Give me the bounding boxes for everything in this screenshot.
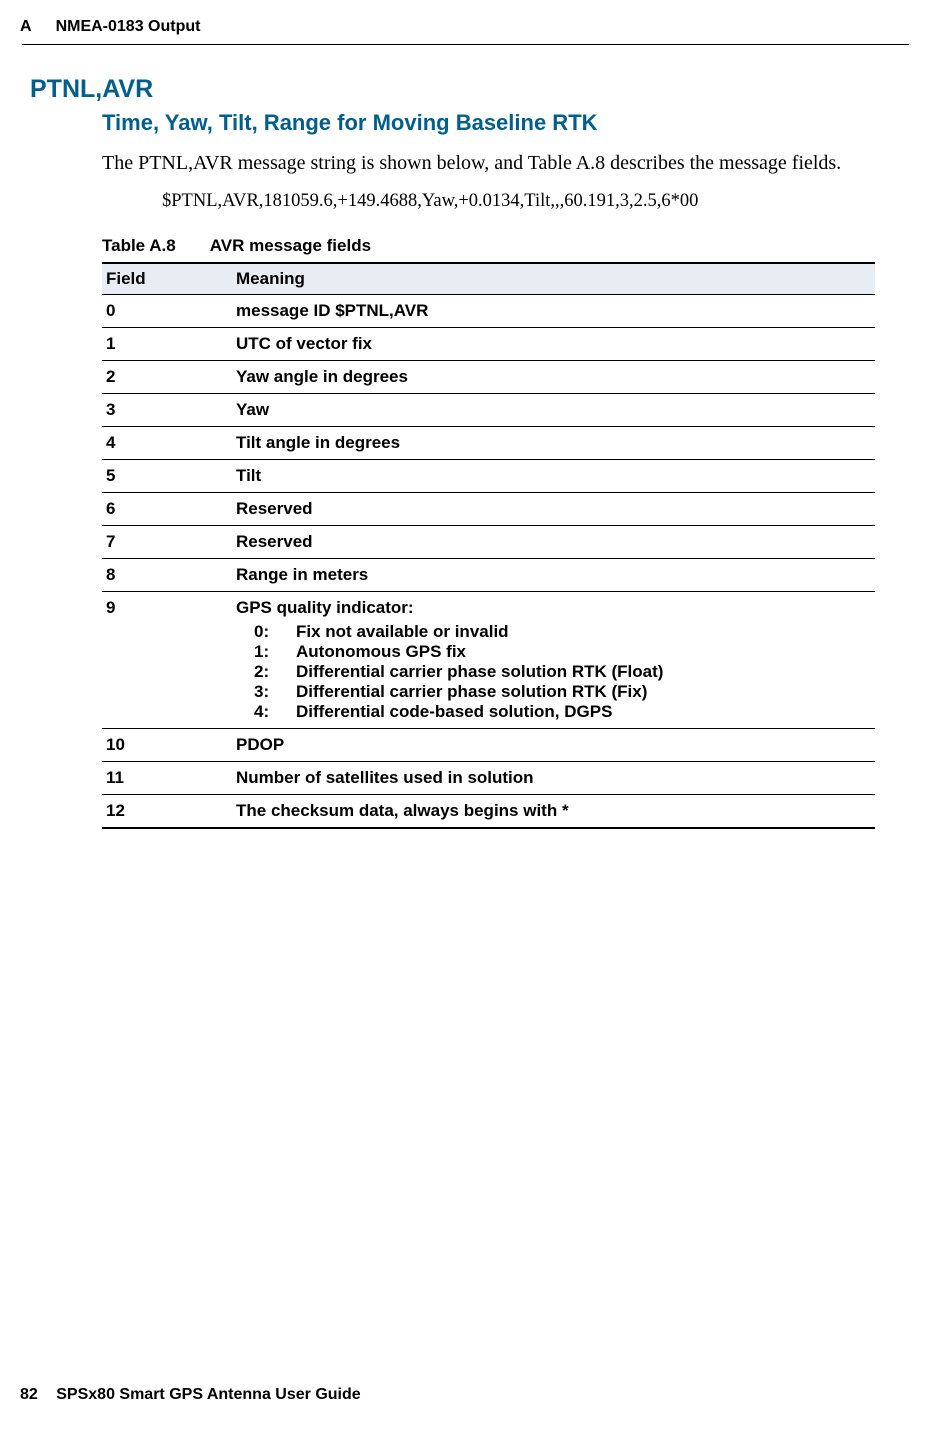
indicator-number: 1:	[254, 642, 296, 662]
indicator-text: Fix not available or invalid	[296, 622, 509, 642]
field-cell: 6	[102, 493, 232, 526]
table-header-row: Field Meaning	[102, 263, 875, 295]
meaning-cell: The checksum data, always begins with *	[232, 795, 875, 829]
meaning-cell: Yaw angle in degrees	[232, 361, 875, 394]
field-cell: 10	[102, 729, 232, 762]
section-body: The PTNL,AVR message string is shown bel…	[102, 150, 875, 177]
table-caption-label: Table A.8	[102, 236, 176, 255]
table-caption-title: AVR message fields	[210, 236, 371, 255]
table-row: 5Tilt	[102, 460, 875, 493]
table-row: 1UTC of vector fix	[102, 328, 875, 361]
page-footer: 82 SPSx80 Smart GPS Antenna User Guide	[20, 1386, 361, 1404]
meaning-cell: Yaw	[232, 394, 875, 427]
message-string: $PTNL,AVR,181059.6,+149.4688,Yaw,+0.0134…	[162, 191, 875, 212]
indicator-number: 3:	[254, 682, 296, 702]
table-caption: Table A.8 AVR message fields	[102, 236, 875, 256]
field-cell: 11	[102, 762, 232, 795]
indicator-text: Autonomous GPS fix	[296, 642, 466, 662]
table-row: 9GPS quality indicator:0:Fix not availab…	[102, 592, 875, 729]
meaning-cell: message ID $PTNL,AVR	[232, 295, 875, 328]
list-item: 2:Differential carrier phase solution RT…	[254, 662, 865, 682]
field-cell: 5	[102, 460, 232, 493]
table-row: 4Tilt angle in degrees	[102, 427, 875, 460]
indicator-list: 0:Fix not available or invalid1:Autonomo…	[236, 622, 865, 722]
list-item: 4:Differential code-based solution, DGPS	[254, 702, 865, 722]
table-row: 11Number of satellites used in solution	[102, 762, 875, 795]
list-item: 3:Differential carrier phase solution RT…	[254, 682, 865, 702]
meaning-cell: Number of satellites used in solution	[232, 762, 875, 795]
field-cell: 7	[102, 526, 232, 559]
meaning-cell: Reserved	[232, 526, 875, 559]
table-row: 0message ID $PTNL,AVR	[102, 295, 875, 328]
table-row: 7Reserved	[102, 526, 875, 559]
message-fields-table: Field Meaning 0message ID $PTNL,AVR1UTC …	[102, 262, 875, 829]
meaning-cell: Range in meters	[232, 559, 875, 592]
field-cell: 1	[102, 328, 232, 361]
indicator-text: Differential carrier phase solution RTK …	[296, 662, 663, 682]
field-cell: 4	[102, 427, 232, 460]
meaning-cell: GPS quality indicator:0:Fix not availabl…	[232, 592, 875, 729]
field-cell: 12	[102, 795, 232, 829]
table-row: 8Range in meters	[102, 559, 875, 592]
meaning-cell: Tilt angle in degrees	[232, 427, 875, 460]
field-cell: 3	[102, 394, 232, 427]
content-area: PTNL,AVR Time, Yaw, Tilt, Range for Movi…	[0, 45, 931, 829]
meaning-cell: UTC of vector fix	[232, 328, 875, 361]
indicator-text: Differential code-based solution, DGPS	[296, 702, 612, 722]
list-item: 0:Fix not available or invalid	[254, 622, 865, 642]
page-header: A NMEA-0183 Output	[0, 0, 931, 36]
meaning-cell: Reserved	[232, 493, 875, 526]
field-cell: 0	[102, 295, 232, 328]
table-row: 6Reserved	[102, 493, 875, 526]
field-cell: 9	[102, 592, 232, 729]
indicator-text: Differential carrier phase solution RTK …	[296, 682, 647, 702]
table-row: 12The checksum data, always begins with …	[102, 795, 875, 829]
list-item: 1:Autonomous GPS fix	[254, 642, 865, 662]
table-row: 3Yaw	[102, 394, 875, 427]
header-title: NMEA-0183 Output	[56, 18, 201, 36]
field-cell: 2	[102, 361, 232, 394]
section-subtitle: Time, Yaw, Tilt, Range for Moving Baseli…	[102, 110, 875, 136]
col-header-meaning: Meaning	[232, 263, 875, 295]
meaning-cell: PDOP	[232, 729, 875, 762]
appendix-letter: A	[20, 18, 32, 36]
section-title: PTNL,AVR	[30, 75, 875, 104]
guide-title: SPSx80 Smart GPS Antenna User Guide	[56, 1386, 360, 1403]
indicator-number: 4:	[254, 702, 296, 722]
table-row: 10PDOP	[102, 729, 875, 762]
meaning-cell: Tilt	[232, 460, 875, 493]
table-row: 2Yaw angle in degrees	[102, 361, 875, 394]
indicator-number: 0:	[254, 622, 296, 642]
field-cell: 8	[102, 559, 232, 592]
indicator-number: 2:	[254, 662, 296, 682]
page-number: 82	[20, 1386, 38, 1403]
col-header-field: Field	[102, 263, 232, 295]
